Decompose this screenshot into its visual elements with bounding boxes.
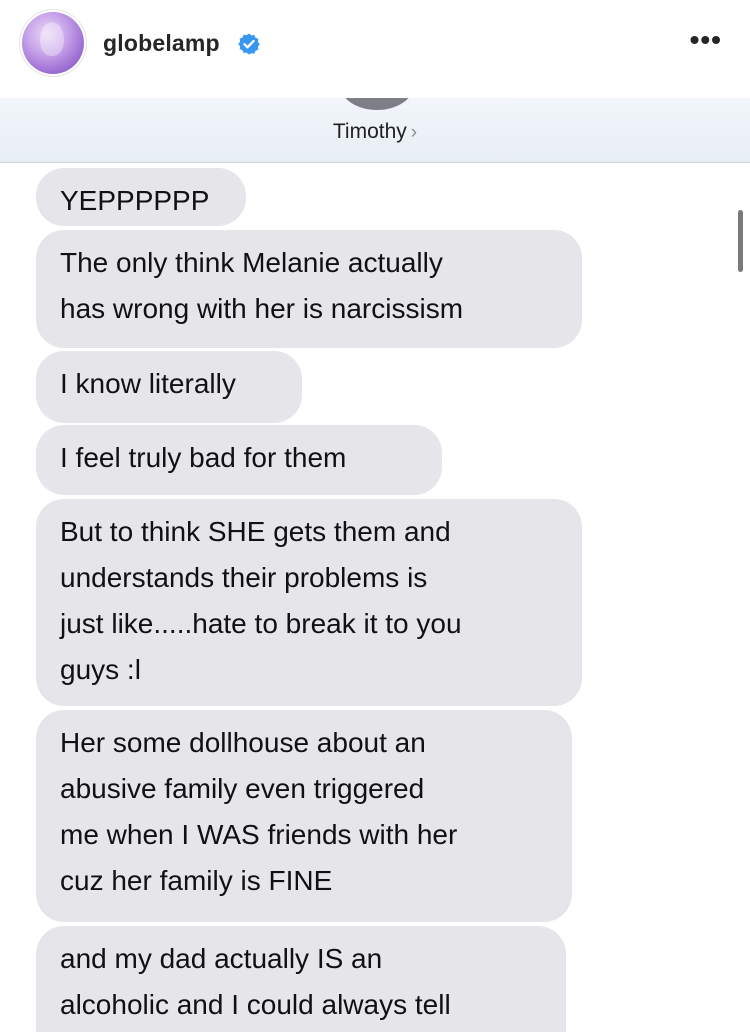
message-bubble: YEPPPPPP	[36, 168, 246, 226]
message-text: The only think Melanie actually	[60, 247, 443, 278]
verified-badge-icon	[238, 33, 260, 55]
conversation-header: Timothy ›	[0, 98, 750, 163]
contact-avatar[interactable]	[340, 98, 414, 110]
message-text: I feel truly bad for them	[60, 442, 347, 473]
message-screenshot: Timothy › YEPPPPPP The only think Melanie…	[0, 98, 750, 1032]
message-text: just like.....hate to break it to you	[60, 608, 462, 639]
message-text: understands their problems is	[60, 562, 428, 593]
message-text: But to think SHE gets them and	[60, 516, 451, 547]
message-bubble: and my dad actually IS an alcoholic and …	[36, 926, 566, 1032]
profile-avatar[interactable]	[22, 12, 84, 74]
contact-name[interactable]: Timothy ›	[0, 120, 750, 144]
post-header: globelamp •••	[0, 0, 750, 98]
chevron-right-icon: ›	[410, 122, 418, 143]
message-text: abusive family even triggered	[60, 773, 425, 804]
message-text: YEPPPPPP	[60, 185, 210, 216]
message-bubble: I feel truly bad for them	[36, 425, 442, 495]
message-bubble: But to think SHE gets them and understan…	[36, 499, 582, 706]
message-text: and my dad actually IS an	[60, 943, 383, 974]
message-text: me when I WAS friends with her	[60, 819, 458, 850]
message-text: has wrong with her is narcissism	[60, 293, 464, 324]
message-text: alcoholic and I could always tell	[60, 989, 451, 1020]
message-bubble: I know literally	[36, 351, 302, 423]
message-text: cuz her family is FINE	[60, 865, 333, 896]
scrollbar[interactable]	[738, 210, 743, 272]
message-bubble: The only think Melanie actually has wron…	[36, 230, 582, 348]
more-options-icon[interactable]: •••	[690, 26, 722, 54]
message-text: I know literally	[60, 368, 236, 399]
message-text: Her some dollhouse about an	[60, 727, 426, 758]
message-text: guys :l	[60, 654, 141, 685]
username[interactable]: globelamp	[103, 30, 220, 57]
message-bubble: Her some dollhouse about an abusive fami…	[36, 710, 572, 922]
